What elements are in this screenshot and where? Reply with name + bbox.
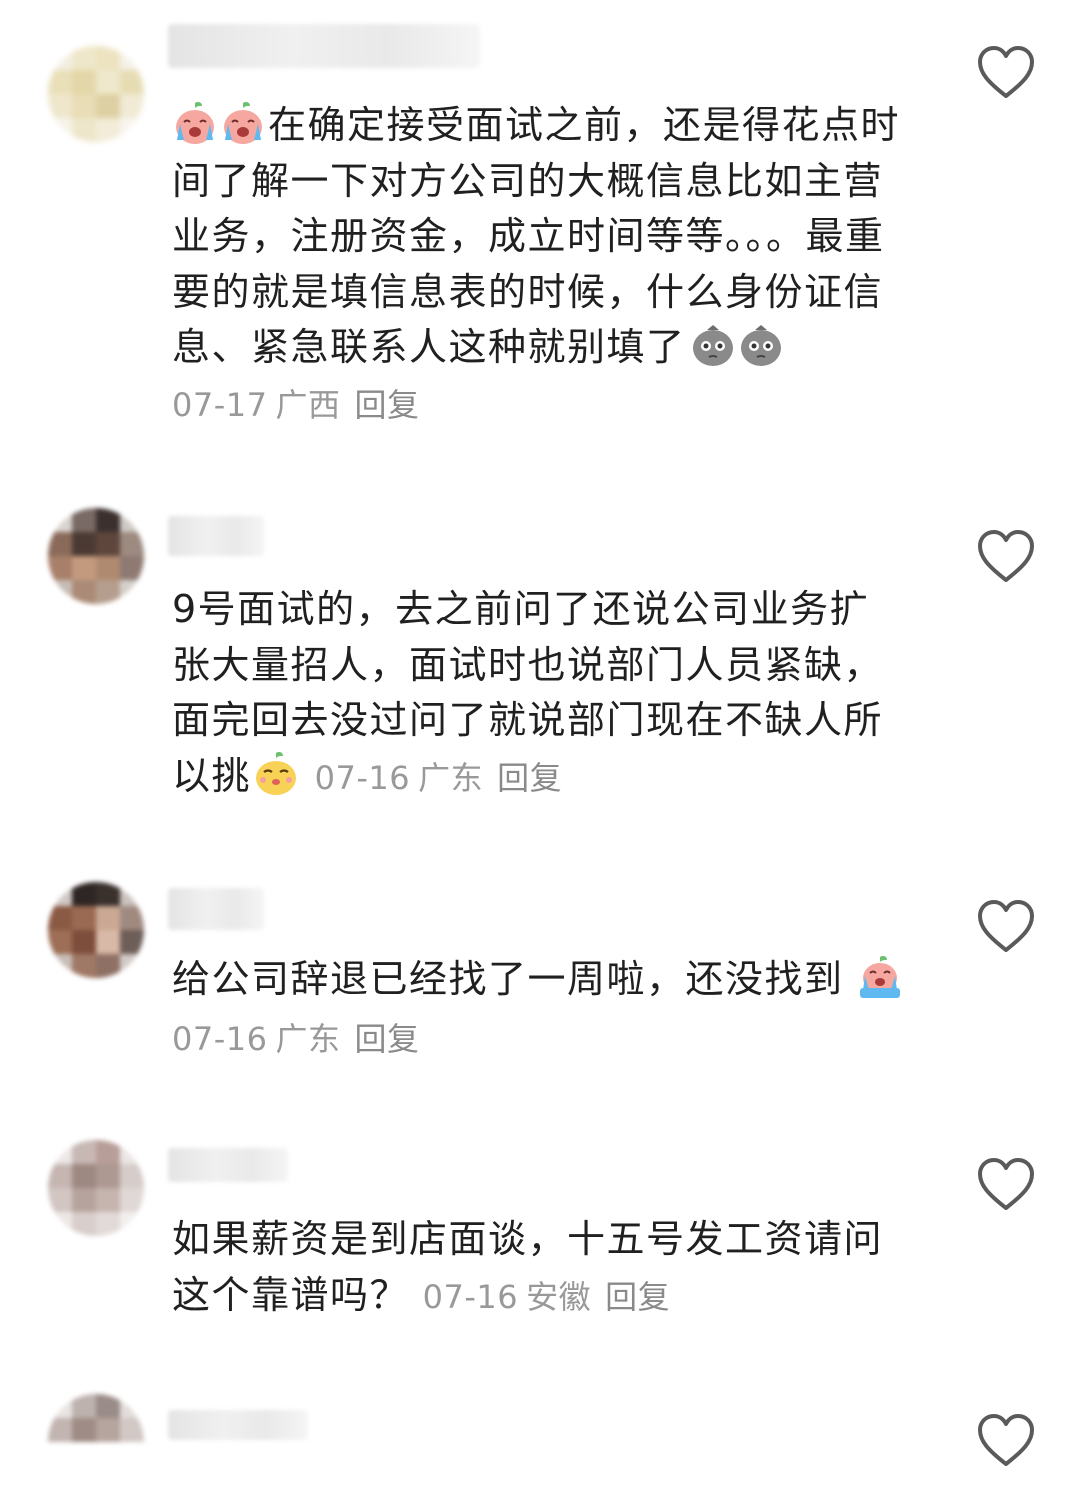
like-button[interactable]: [976, 44, 1036, 100]
avatar[interactable]: [48, 46, 144, 142]
comment-date: 07-16: [314, 758, 411, 797]
speechless-face-emoji: [738, 322, 784, 368]
comment-text: 给公司辞退已经找了一周啦，还没找到: [172, 957, 844, 1001]
comment-location: 广西: [275, 385, 341, 424]
sly-face-emoji: [253, 751, 299, 797]
username-blurred[interactable]: [168, 888, 264, 930]
comment-date: 07-17: [172, 385, 268, 424]
comment-meta: 07-16 广东 回复: [172, 1020, 420, 1058]
avatar[interactable]: [48, 1140, 144, 1236]
comment-body: 9号面试的，去之前问了还说公司业务扩张大量招人，面试时也说部门人员紧缺，面完回去…: [172, 582, 907, 806]
username-blurred[interactable]: [168, 24, 480, 68]
avatar[interactable]: [48, 882, 144, 978]
reply-button[interactable]: 回复: [355, 1020, 420, 1058]
comment-body: 在确定接受面试之前，还是得花点时间了解一下对方公司的大概信息比如主营业务，注册资…: [172, 98, 907, 433]
like-button[interactable]: [976, 1412, 1036, 1468]
reply-button[interactable]: 回复: [497, 759, 562, 797]
big-crying-face-emoji: [857, 954, 903, 1000]
comment-body: 给公司辞退已经找了一周啦，还没找到 07-16 广东 回复: [172, 952, 907, 1067]
username-blurred[interactable]: [168, 1410, 308, 1440]
avatar[interactable]: [48, 508, 144, 604]
heart-outline-icon: [976, 528, 1036, 584]
avatar[interactable]: [48, 1394, 144, 1490]
crying-face-emoji: [220, 100, 266, 146]
comment-body: 如果薪资是到店面谈，十五号发工资请问这个靠谱吗？ 07-16 安徽 回复: [172, 1212, 907, 1325]
like-button[interactable]: [976, 898, 1036, 954]
speechless-face-emoji: [690, 322, 736, 368]
crying-face-emoji: [172, 100, 218, 146]
heart-outline-icon: [976, 1156, 1036, 1212]
comment-meta: 07-16 安徽 回复: [423, 1278, 671, 1316]
reply-button[interactable]: 回复: [605, 1278, 670, 1316]
heart-outline-icon: [976, 898, 1036, 954]
comment-date: 07-16: [422, 1277, 519, 1316]
reply-button[interactable]: 回复: [355, 386, 420, 424]
comment-date: 07-16: [172, 1019, 268, 1058]
like-button[interactable]: [976, 1156, 1036, 1212]
comment-location: 广东: [418, 758, 484, 797]
heart-outline-icon: [976, 44, 1036, 100]
username-blurred[interactable]: [168, 516, 264, 556]
comment-meta: 07-17 广西 回复: [172, 386, 420, 424]
comment-text: 在确定接受面试之前，还是得花点时间了解一下对方公司的大概信息比如主营业务，注册资…: [172, 103, 901, 369]
heart-outline-icon: [976, 1412, 1036, 1468]
comment-location: 安徽: [526, 1277, 592, 1316]
username-blurred[interactable]: [168, 1148, 288, 1182]
like-button[interactable]: [976, 528, 1036, 584]
comment-location: 广东: [275, 1019, 341, 1058]
comment-meta: 07-16 广东 回复: [315, 759, 563, 797]
